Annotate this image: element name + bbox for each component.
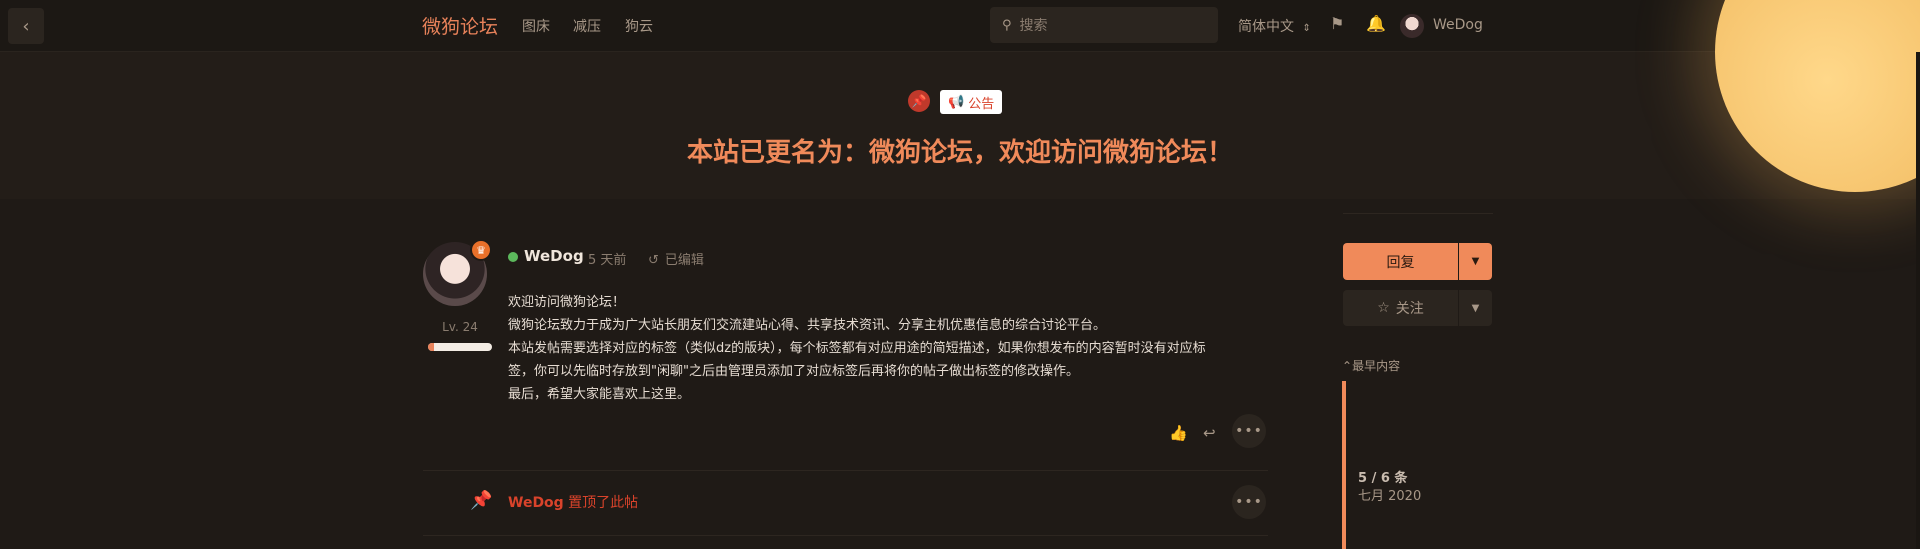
event-more-button[interactable]: ••• [1232,485,1266,519]
post-paragraph: 签，你可以先临时存放到"闲聊"之后由管理员添加了对应标签后再将你的帖子做出标签的… [508,364,1079,379]
earliest-link[interactable]: ⌃最早内容 [1342,357,1400,374]
language-label: 简体中文 [1238,19,1294,35]
event-post: WeDog 置顶了此帖 [508,492,638,512]
search-placeholder: 搜索 [1019,18,1048,34]
reply-dropdown-button[interactable]: ▼ [1459,243,1492,280]
crown-icon: ♛ [470,239,492,261]
earliest-label: 最早内容 [1352,359,1401,373]
reply-button[interactable]: 回复 [1343,243,1458,280]
like-icon[interactable]: 👍 [1169,424,1188,442]
post-paragraph: 本站发帖需要选择对应的标签（类似dz的版块），每个标签都有对应用途的简短描述，如… [508,341,1206,356]
pin-icon: 📌 [470,490,493,511]
nav-link-tuchuang[interactable]: 图床 [522,16,550,36]
event-user[interactable]: WeDog [508,495,564,511]
scrubber-handle[interactable] [1342,381,1346,549]
post-divider [423,470,1268,471]
nav-link-gouyun[interactable]: 狗云 [625,16,653,36]
chevron-left-icon: ‹ [22,15,30,37]
level-progress-fill [428,343,435,351]
pin-icon: 📌 [908,90,930,112]
megaphone-icon: 📢 [948,94,965,110]
double-chevron-up-icon: ⌃ [1342,359,1353,373]
sidebar-divider [1343,213,1493,214]
site-title[interactable]: 微狗论坛 [422,12,498,39]
post-time[interactable]: 5 天前 [588,249,626,268]
post-author[interactable]: WeDog [524,247,584,265]
tag-label: 公告 [968,96,995,112]
reply-icon[interactable]: ↩ [1203,424,1216,442]
search-icon: ⚲ [1002,17,1012,33]
level-progress-bar [428,343,492,351]
scrollbar[interactable] [1916,52,1920,549]
edited-indicator[interactable]: ↺ 已编辑 [648,249,704,268]
post-paragraph: 欢迎访问微狗论坛！ [508,295,626,310]
post-more-button[interactable]: ••• [1232,414,1266,448]
level-label: Lv. 24 [442,320,478,334]
ellipsis-icon: ••• [1235,494,1263,510]
header-username[interactable]: WeDog [1433,17,1483,33]
scrubber-count: 5 / 6 条 [1358,471,1408,486]
follow-dropdown-button[interactable]: ▼ [1459,290,1492,326]
sort-icon: ⇕ [1302,23,1311,34]
ellipsis-icon: ••• [1235,423,1263,439]
edited-label: 已编辑 [664,253,704,268]
language-select[interactable]: 简体中文 ⇕ [1238,16,1311,36]
caret-down-icon: ▼ [1471,256,1480,267]
post-paragraph: 微狗论坛致力于成为广大站长朋友们交流建站心得、共享技术资讯、分享主机优惠信息的综… [508,318,1107,333]
online-indicator [508,252,518,262]
event-divider [423,535,1268,536]
avatar[interactable] [1400,14,1424,38]
discussion-hero: 📌 📢 公告 本站已更名为：微狗论坛，欢迎访问微狗论坛！ [0,0,1920,199]
page-title: 本站已更名为：微狗论坛，欢迎访问微狗论坛！ [686,138,1233,168]
star-icon: ☆ [1377,300,1390,316]
bell-icon[interactable]: 🔔 [1366,14,1386,33]
nav-link-jianya[interactable]: 减压 [573,16,601,36]
history-icon: ↺ [648,253,659,268]
flag-icon[interactable]: ⚑ [1330,14,1344,33]
search-input[interactable]: ⚲ 搜索 [990,7,1218,43]
top-header: ‹ 微狗论坛 图床 减压 狗云 ⚲ 搜索 简体中文 ⇕ ⚑ 🔔 WeDog [0,0,1920,52]
tag-announcement[interactable]: 📢 公告 [940,90,1003,114]
event-action: 置顶了此帖 [568,495,639,511]
post-paragraph: 最后，希望大家能喜欢上这里。 [508,387,691,402]
scrubber-date: 七月 2020 [1358,489,1422,504]
caret-down-icon: ▼ [1471,302,1480,314]
follow-label: 关注 [1395,301,1424,317]
back-button[interactable]: ‹ [8,8,44,44]
post-body: 欢迎访问微狗论坛！ 微狗论坛致力于成为广大站长朋友们交流建站心得、共享技术资讯、… [508,291,1278,406]
follow-button[interactable]: ☆ 关注 [1343,290,1458,326]
